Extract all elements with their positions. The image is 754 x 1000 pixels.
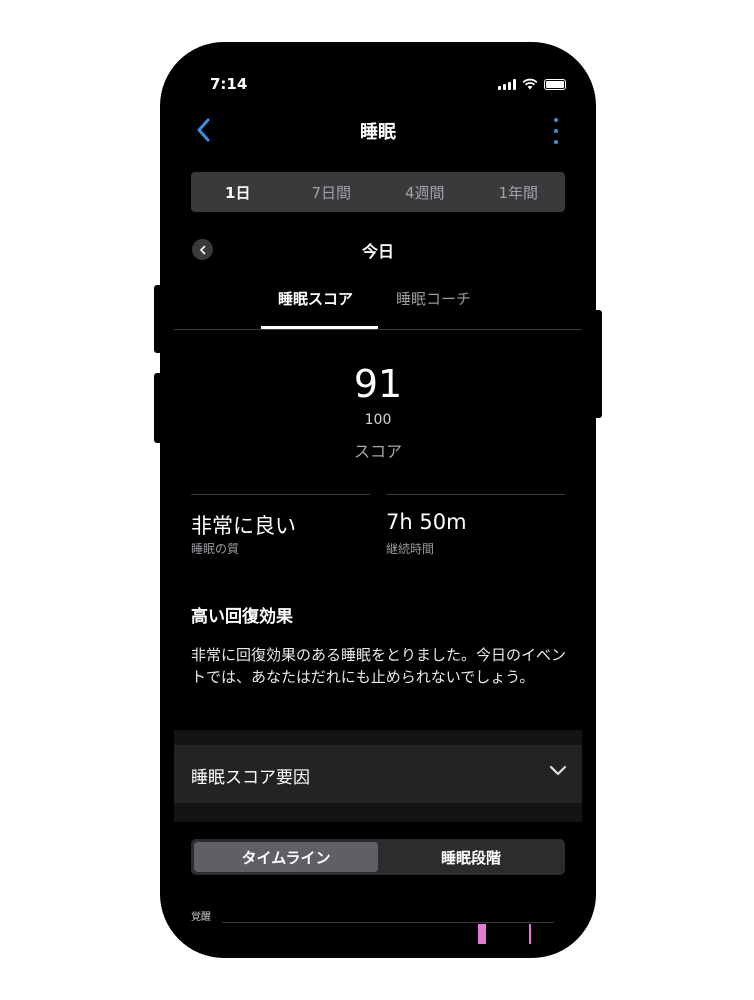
timeline-tab[interactable]: タイムライン xyxy=(194,842,378,872)
cellular-signal-icon xyxy=(498,79,516,90)
sleep-score-label: スコア xyxy=(353,442,402,461)
sleep-score-value: 91 xyxy=(353,362,403,406)
awake-bar xyxy=(478,924,486,944)
period-tab-4-weeks[interactable]: 4週間 xyxy=(378,172,472,212)
sleep-quality-value: 非常に良い xyxy=(191,514,296,538)
chevron-down-icon xyxy=(549,765,567,776)
period-tab-1-year[interactable]: 1年間 xyxy=(472,172,566,212)
phone-screen: 7:14 睡眠 1日 7日間 4週間 1年間 今日 睡眠スコア 睡眠コーチ 91… xyxy=(160,42,596,958)
divider xyxy=(386,494,565,495)
battery-icon xyxy=(544,79,566,90)
awake-bar xyxy=(529,924,531,944)
more-options-icon[interactable] xyxy=(552,118,560,144)
status-time: 7:14 xyxy=(210,75,248,93)
date-label: 今日 xyxy=(361,242,394,261)
content-tabs: 睡眠スコア 睡眠コーチ xyxy=(174,286,582,330)
tab-sleep-score[interactable]: 睡眠スコア xyxy=(278,288,353,309)
period-tab-1-day[interactable]: 1日 xyxy=(191,172,285,212)
status-icons xyxy=(498,78,566,90)
sleep-stages-tab[interactable]: 睡眠段階 xyxy=(406,842,536,872)
view-toggle: タイムライン 睡眠段階 xyxy=(191,839,565,875)
divider xyxy=(191,494,370,495)
period-selector: 1日 7日間 4週間 1年間 xyxy=(191,172,565,212)
period-tab-7-days[interactable]: 7日間 xyxy=(285,172,379,212)
wifi-icon xyxy=(522,78,538,90)
timeline-axis-line xyxy=(222,922,554,923)
insight-heading: 高い回復効果 xyxy=(191,607,293,627)
insight-body: 非常に回復効果のある睡眠をとりました。今日のイベントでは、あなたはだれにも止めら… xyxy=(191,646,567,686)
sleep-duration-value: 7h 50m xyxy=(386,510,467,534)
awake-axis-label: 覚醒 xyxy=(191,912,211,923)
page-title: 睡眠 xyxy=(360,122,396,143)
sleep-duration-label: 継続時間 xyxy=(386,542,435,556)
sleep-score-factors-label: 睡眠スコア要因 xyxy=(191,768,310,788)
sleep-quality-label: 睡眠の質 xyxy=(191,542,240,556)
tab-sleep-coach[interactable]: 睡眠コーチ xyxy=(396,288,471,309)
active-tab-indicator xyxy=(261,326,378,329)
sleep-score-max: 100 xyxy=(364,412,392,428)
